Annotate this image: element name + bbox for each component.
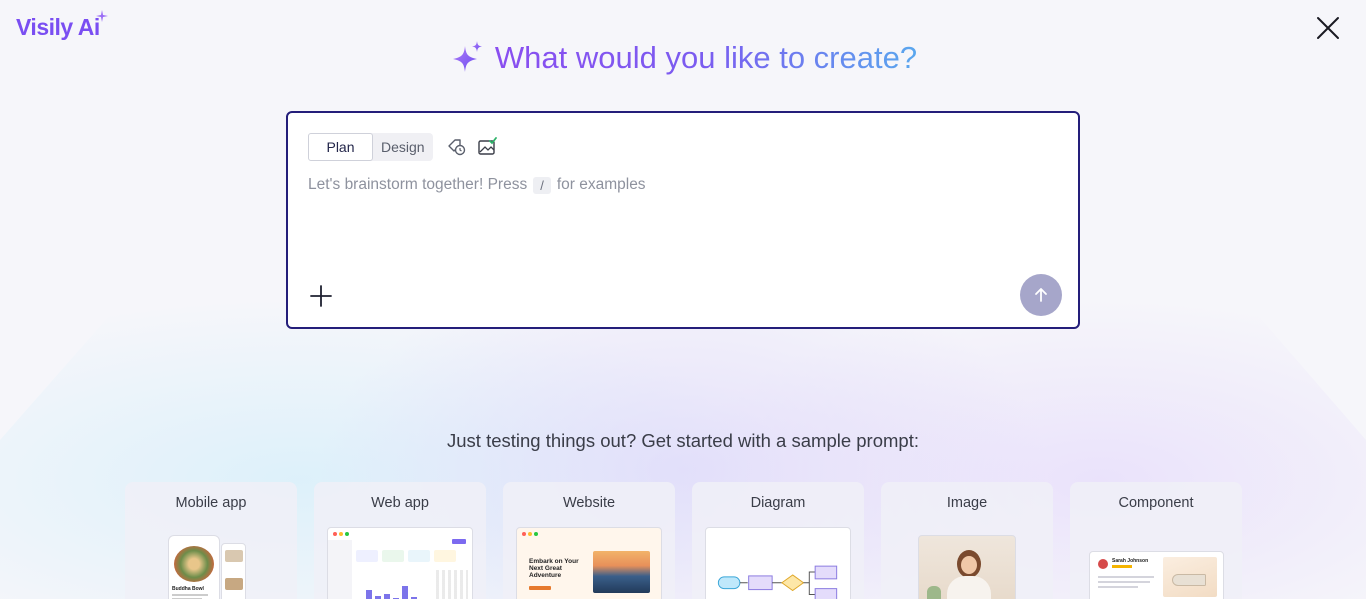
sample-card-image[interactable]: Image [881,482,1053,599]
card-title: Diagram [750,495,806,511]
sample-card-website[interactable]: Website Embark on Your Next Great Advent… [503,482,675,599]
sample-card-component[interactable]: Component Sarah Johnson [1070,482,1242,599]
arrow-up-icon [1035,288,1047,302]
sample-prompt-heading: Just testing things out? Get started wit… [447,430,919,451]
mobile-preview-title: Buddha Bowl [172,586,204,592]
plus-icon[interactable] [308,283,334,309]
mode-plan-button[interactable]: Plan [308,133,373,161]
prompt-box[interactable]: Plan Design Let's brainstorm together! P… [286,111,1080,329]
website-preview: Embark on Your Next Great Adventure [516,527,662,599]
mode-design-button[interactable]: Design [373,133,433,161]
card-title: Image [946,495,988,511]
prompt-input[interactable]: Let's brainstorm together! Press / for e… [308,176,646,194]
headline: What would you like to create? [0,40,1366,76]
placeholder-text-end: for examples [556,176,646,193]
logo-sparkle-icon [95,10,108,22]
sample-card-diagram[interactable]: Diagram [692,482,864,599]
headline-text: What would you like to create? [494,40,918,75]
diagram-preview [705,527,851,599]
component-preview-name: Sarah Johnson [1112,558,1149,564]
card-title: Mobile app [175,495,247,511]
send-button[interactable] [1020,274,1062,316]
slash-key-hint: / [533,176,551,194]
tag-clock-icon[interactable] [446,137,466,157]
card-title: Web app [371,495,429,511]
mobile-preview-side [221,543,246,599]
sparkle-icon [452,41,482,72]
component-preview: Sarah Johnson [1089,551,1224,599]
website-preview-headline: Embark on Your Next Great Adventure [529,558,579,579]
mode-toggle: Plan Design [308,133,433,161]
sample-card-mobile-app[interactable]: Mobile app Buddha Bowl [125,482,297,599]
card-title: Website [562,495,616,511]
sample-card-web-app[interactable]: Web app [314,482,486,599]
close-icon [1317,17,1339,39]
close-button[interactable] [1314,14,1342,42]
logo-text: Visily Ai [16,14,100,40]
placeholder-text: Let's brainstorm together! Press [308,176,528,193]
sample-cards: Mobile app Buddha Bowl Web app Website E… [125,482,1242,599]
web-app-preview [327,527,473,599]
visily-logo[interactable]: Visily Ai [16,10,108,41]
card-title: Component [1118,495,1194,511]
mobile-preview: Buddha Bowl [168,535,220,599]
image-preview [918,535,1016,599]
image-check-icon[interactable] [477,137,497,157]
